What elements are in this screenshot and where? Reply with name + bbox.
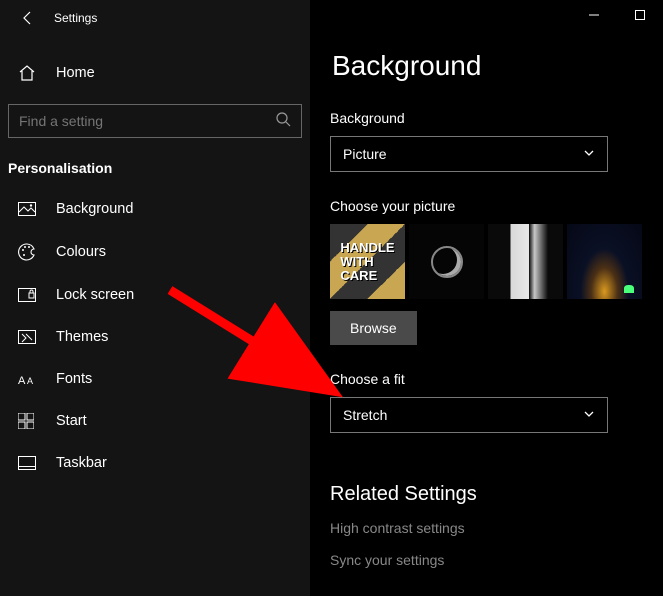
fit-label: Choose a fit xyxy=(330,371,643,387)
home-label: Home xyxy=(56,65,95,81)
home-icon xyxy=(18,64,38,82)
fonts-icon: AA xyxy=(18,372,38,386)
picture-thumb[interactable] xyxy=(567,224,642,299)
nav-background[interactable]: Background xyxy=(0,188,310,230)
related-link-contrast[interactable]: High contrast settings xyxy=(330,520,643,536)
minimize-button[interactable] xyxy=(571,0,617,30)
picture-thumb[interactable] xyxy=(488,224,563,299)
nav-label: Background xyxy=(56,201,133,217)
choose-picture-label: Choose your picture xyxy=(330,198,643,214)
nav-themes[interactable]: Themes xyxy=(0,316,310,358)
nav-start[interactable]: Start xyxy=(0,400,310,442)
picture-thumb[interactable] xyxy=(330,224,405,299)
nav-label: Start xyxy=(56,413,87,429)
svg-text:A: A xyxy=(27,376,33,386)
lockscreen-icon xyxy=(18,288,38,302)
picture-thumbnails xyxy=(330,224,643,299)
nav-label: Themes xyxy=(56,329,108,345)
search-input[interactable] xyxy=(8,104,302,138)
search-field[interactable] xyxy=(19,113,275,129)
nav-label: Taskbar xyxy=(56,455,107,471)
background-label: Background xyxy=(330,110,643,126)
browse-button[interactable]: Browse xyxy=(330,311,417,345)
app-title: Settings xyxy=(54,11,97,25)
nav-taskbar[interactable]: Taskbar xyxy=(0,442,310,484)
taskbar-icon xyxy=(18,456,38,470)
nav-label: Lock screen xyxy=(56,287,134,303)
fit-dropdown[interactable]: Stretch xyxy=(330,397,608,433)
nav-fonts[interactable]: AA Fonts xyxy=(0,358,310,400)
search-icon xyxy=(275,111,291,132)
picture-thumb[interactable] xyxy=(409,224,484,299)
picture-icon xyxy=(18,202,38,216)
chevron-down-icon xyxy=(583,146,595,162)
chevron-down-icon xyxy=(583,407,595,423)
palette-icon xyxy=(18,243,38,261)
related-link-sync[interactable]: Sync your settings xyxy=(330,552,643,568)
svg-text:A: A xyxy=(18,375,26,386)
nav-label: Colours xyxy=(56,244,106,260)
dropdown-value: Stretch xyxy=(343,407,387,423)
page-title: Background xyxy=(330,50,643,82)
nav-lockscreen[interactable]: Lock screen xyxy=(0,274,310,316)
background-dropdown[interactable]: Picture xyxy=(330,136,608,172)
maximize-button[interactable] xyxy=(617,0,663,30)
nav-label: Fonts xyxy=(56,371,92,387)
back-button[interactable] xyxy=(12,2,44,34)
dropdown-value: Picture xyxy=(343,146,387,162)
home-button[interactable]: Home xyxy=(0,54,310,92)
start-icon xyxy=(18,413,38,429)
related-settings-title: Related Settings xyxy=(330,483,643,506)
nav-colours[interactable]: Colours xyxy=(0,230,310,274)
themes-icon xyxy=(18,330,38,344)
section-title: Personalisation xyxy=(0,138,310,188)
